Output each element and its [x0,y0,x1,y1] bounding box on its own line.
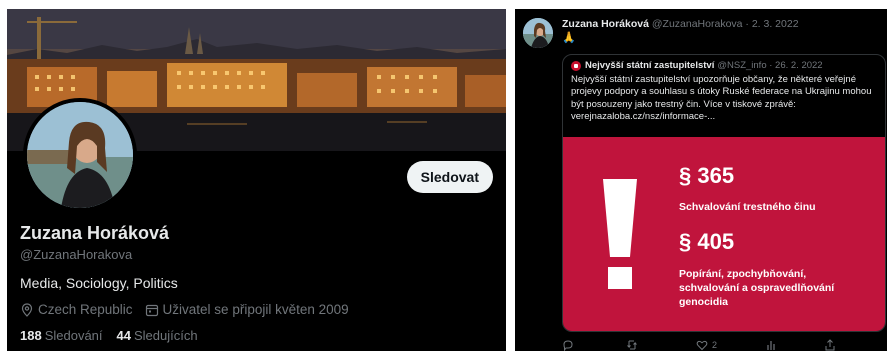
following-count: 188 [20,328,42,343]
reply-button[interactable] [562,339,626,351]
tweet-header: Zuzana Horáková @ZuzanaHorakova · 2. 3. … [562,18,799,30]
card-section-405: § 405 [679,229,735,254]
tweet-author-meta[interactable]: @ZuzanaHorakova · 2. 3. 2022 [652,18,799,30]
share-button[interactable] [824,339,836,351]
tweet-panel: Zuzana Horáková @ZuzanaHorakova · 2. 3. … [515,9,887,351]
profile-meta: Czech Republic Uživatel se připojil květ… [20,302,361,317]
avatar-image [523,18,553,48]
like-button[interactable]: 2 [696,339,766,351]
follow-button[interactable]: Sledovat [406,161,493,193]
quoted-author-meta: @NSZ_info · 26. 2. 2022 [717,60,823,71]
calendar-icon [145,304,158,316]
following-link[interactable]: 188 Sledování [20,328,103,343]
tweet-author-name[interactable]: Zuzana Horáková [562,18,649,30]
tweet-author-avatar[interactable] [523,18,553,48]
exclamation-mark-icon [603,179,637,289]
quoted-tweet[interactable]: Nejvyšší státní zastupitelství @NSZ_info… [562,54,886,332]
quoted-tweet-header: Nejvyšší státní zastupitelství @NSZ_info… [571,60,823,71]
heart-icon [696,340,708,351]
following-label: Sledování [44,328,103,343]
reply-icon [563,340,573,351]
card-section-365-text: Schvalování trestného činu [679,201,816,213]
analytics-icon [767,341,775,350]
like-count: 2 [712,340,718,350]
profile-location: Czech Republic [20,302,133,317]
quoted-author-name: Nejvyšší státní zastupitelství [585,60,715,71]
followers-label: Sledujících [134,328,198,343]
card-section-405-text: Popírání, zpochybňování, schvalování a o… [679,268,835,308]
profile-joined-text: Uživatel se připojil květen 2009 [162,302,349,317]
location-pin-icon [21,302,33,317]
nsz-logo-icon [571,60,581,71]
profile-display-name: Zuzana Horáková [20,223,170,243]
card-section-365: § 365 [679,163,735,188]
profile-location-text: Czech Republic [38,302,133,317]
quoted-tweet-media[interactable]: § 365 Schvalování trestného činu § 405 P… [563,137,885,331]
profile-stats: 188 Sledování 44 Sledujících [20,328,212,343]
avatar-image [27,102,133,208]
retweet-button[interactable] [626,339,696,351]
profile-avatar[interactable] [23,98,137,212]
followers-link[interactable]: 44 Sledujících [117,328,198,343]
profile-handle: @ZuzanaHorakova [20,247,133,262]
tweet-text: 🙏 [562,32,576,44]
tweet-actions: 2 [562,339,882,351]
profile-bio: Media, Sociology, Politics [20,275,178,291]
profile-joined: Uživatel se připojil květen 2009 [145,302,349,317]
retweet-icon [627,340,637,350]
followers-count: 44 [116,328,131,343]
quoted-tweet-text: Nejvyšší státní zastupitelství upozorňuj… [571,74,872,122]
share-icon [825,339,835,351]
views-button[interactable] [766,339,824,351]
profile-panel: Sledovat Zuzana Horáková @ZuzanaHorakova… [7,9,506,351]
